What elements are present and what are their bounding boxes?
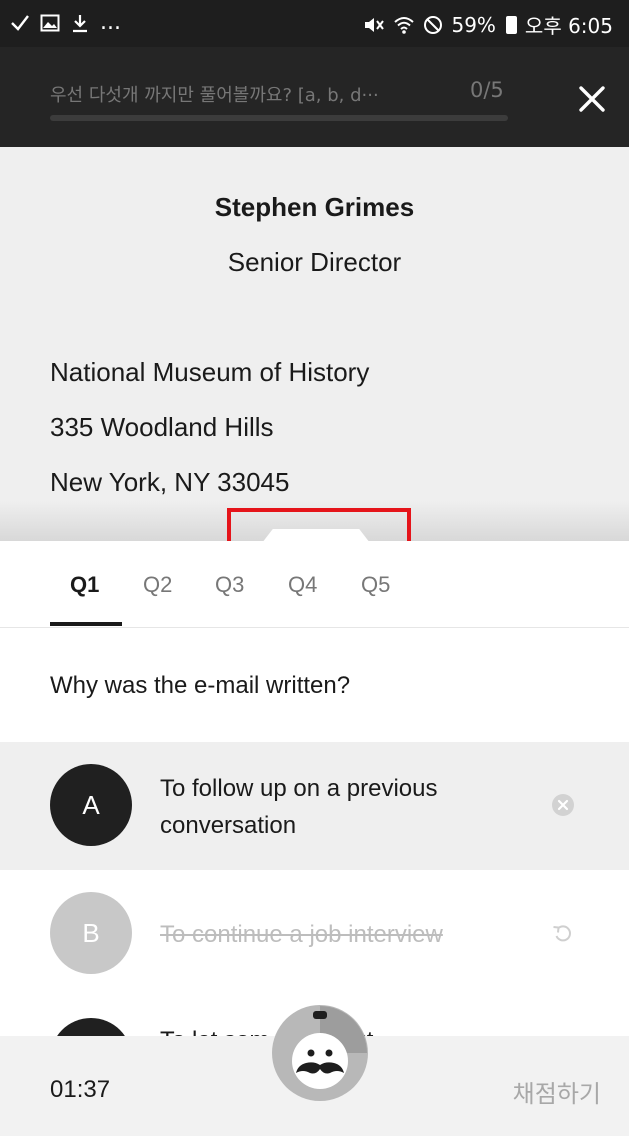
progress-label: 우선 다섯개 까지만 풀어볼까요? [a, b, d···	[50, 85, 379, 106]
image-icon	[40, 14, 60, 31]
tab-q5[interactable]: Q5	[361, 572, 390, 598]
status-bar: ... 59% 오후 6:05	[0, 0, 629, 47]
sender-title: Senior Director	[227, 247, 402, 277]
option-a[interactable]: A To follow up on a previous conversatio…	[0, 742, 629, 870]
option-b[interactable]: B To continue a job interview	[0, 870, 629, 1000]
option-text: To continue a job interview	[160, 921, 443, 948]
download-icon	[73, 14, 87, 32]
progress-count: 0/5	[470, 78, 504, 102]
tab-q2[interactable]: Q2	[143, 572, 172, 598]
progress-bar	[50, 115, 508, 121]
battery-icon	[505, 15, 517, 34]
address-line: National Museum of History	[50, 357, 370, 387]
status-bar-left: ...	[10, 10, 121, 35]
wifi-icon	[394, 16, 415, 34]
status-bar-right: 59% 오후 6:05	[363, 10, 613, 39]
option-text: To follow up on a previous conversation	[160, 775, 438, 839]
option-letter-badge: B	[50, 892, 132, 974]
battery-percent: 59%	[451, 12, 496, 37]
close-icon[interactable]	[572, 79, 612, 119]
tab-q4[interactable]: Q4	[288, 572, 317, 598]
clock: 오후 6:05	[524, 14, 613, 38]
address-line: New York, NY 33045	[50, 467, 290, 497]
sender-name: Stephen Grimes	[214, 192, 415, 222]
timer: 01:37	[50, 1076, 111, 1103]
grade-button[interactable]: 채점하기	[513, 1074, 601, 1109]
tab-q1[interactable]: Q1	[70, 572, 99, 598]
tab-q3[interactable]: Q3	[215, 572, 244, 598]
question-tabs: Q1 Q2 Q3 Q4 Q5	[0, 541, 629, 628]
remove-circle-icon[interactable]	[551, 793, 575, 817]
active-tab-indicator	[50, 622, 122, 626]
mute-icon	[365, 17, 385, 32]
more-icon: ...	[100, 10, 121, 35]
address-line: 335 Woodland Hills	[50, 412, 274, 442]
undo-icon[interactable]	[551, 922, 575, 946]
blocked-icon	[424, 15, 443, 34]
question-text: Why was the e-mail written?	[50, 672, 351, 699]
mustache-mascot-icon[interactable]	[270, 1003, 370, 1103]
option-letter-badge: A	[50, 764, 132, 846]
passage-panel[interactable]: Stephen Grimes Senior Director National …	[0, 147, 629, 541]
quiz-header: 우선 다섯개 까지만 풀어볼까요? [a, b, d··· 0/5	[0, 47, 629, 147]
check-icon	[11, 14, 29, 31]
